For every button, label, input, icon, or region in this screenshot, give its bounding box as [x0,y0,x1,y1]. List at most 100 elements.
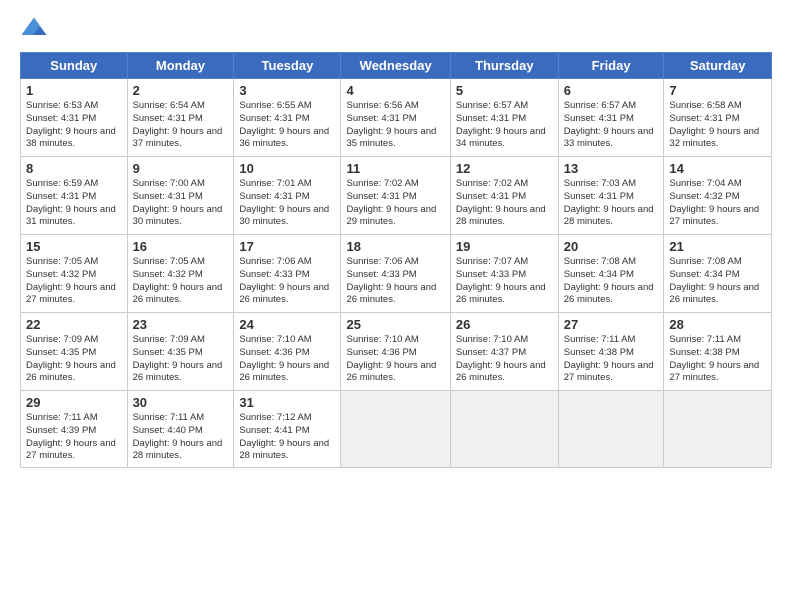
day-info: Sunrise: 6:53 AMSunset: 4:31 PMDaylight:… [26,100,122,151]
day-number: 19 [456,239,553,254]
calendar-cell: 21Sunrise: 7:08 AMSunset: 4:34 PMDayligh… [664,235,772,313]
calendar-cell: 31 Sunrise: 7:12 AMSunset: 4:41 PMDayligh… [234,391,341,468]
weekday-header: Thursday [450,53,558,79]
calendar-cell: 1 Sunrise: 6:53 AMSunset: 4:31 PMDaylight… [21,79,128,157]
calendar-cell: 18 Sunrise: 7:06 AMSunset: 4:33 PMDayligh… [341,235,450,313]
day-info: Sunrise: 7:11 AMSunset: 4:40 PMDaylight:… [133,412,229,463]
day-info: Sunrise: 7:12 AMSunset: 4:41 PMDaylight:… [239,412,335,463]
day-number: 12 [456,161,553,176]
day-number: 14 [669,161,766,176]
calendar-cell: 30 Sunrise: 7:11 AMSunset: 4:40 PMDayligh… [127,391,234,468]
day-number: 11 [346,161,444,176]
day-number: 1 [26,83,122,98]
day-number: 24 [239,317,335,332]
calendar-cell: 29 Sunrise: 7:11 AMSunset: 4:39 PMDayligh… [21,391,128,468]
calendar-cell: 4 Sunrise: 6:56 AMSunset: 4:31 PMDaylight… [341,79,450,157]
logo [20,18,50,42]
day-number: 4 [346,83,444,98]
day-info: Sunrise: 6:57 AMSunset: 4:31 PMDaylight:… [564,100,659,151]
day-info: Sunrise: 7:10 AMSunset: 4:36 PMDaylight:… [346,334,444,385]
day-info: Sunrise: 7:08 AMSunset: 4:34 PMDaylight:… [564,256,659,307]
day-number: 10 [239,161,335,176]
calendar-cell: 16Sunrise: 7:05 AMSunset: 4:32 PMDayligh… [127,235,234,313]
header [20,18,772,42]
day-number: 2 [133,83,229,98]
day-number: 21 [669,239,766,254]
calendar-cell: 7Sunrise: 6:58 AMSunset: 4:31 PMDaylight… [664,79,772,157]
calendar-cell: 5 Sunrise: 6:57 AMSunset: 4:31 PMDaylight… [450,79,558,157]
day-info: Sunrise: 7:11 AMSunset: 4:38 PMDaylight:… [669,334,766,385]
calendar-cell: 24Sunrise: 7:10 AMSunset: 4:36 PMDayligh… [234,313,341,391]
calendar-cell: 9 Sunrise: 7:00 AMSunset: 4:31 PMDaylight… [127,157,234,235]
calendar-cell [664,391,772,468]
weekday-header: Saturday [664,53,772,79]
day-number: 28 [669,317,766,332]
day-number: 3 [239,83,335,98]
calendar-cell: 19 Sunrise: 7:07 AMSunset: 4:33 PMDayligh… [450,235,558,313]
calendar-cell: 10 Sunrise: 7:01 AMSunset: 4:31 PMDayligh… [234,157,341,235]
calendar-cell [558,391,664,468]
day-info: Sunrise: 7:05 AMSunset: 4:32 PMDaylight:… [133,256,229,307]
day-info: Sunrise: 7:09 AMSunset: 4:35 PMDaylight:… [133,334,229,385]
day-number: 29 [26,395,122,410]
day-info: Sunrise: 7:06 AMSunset: 4:33 PMDaylight:… [346,256,444,307]
day-info: Sunrise: 6:58 AMSunset: 4:31 PMDaylight:… [669,100,766,151]
calendar-cell: 3 Sunrise: 6:55 AMSunset: 4:31 PMDaylight… [234,79,341,157]
day-info: Sunrise: 6:56 AMSunset: 4:31 PMDaylight:… [346,100,444,151]
day-info: Sunrise: 7:02 AMSunset: 4:31 PMDaylight:… [346,178,444,229]
day-info: Sunrise: 7:11 AMSunset: 4:38 PMDaylight:… [564,334,659,385]
day-number: 17 [239,239,335,254]
calendar-cell: 25 Sunrise: 7:10 AMSunset: 4:36 PMDayligh… [341,313,450,391]
day-number: 6 [564,83,659,98]
day-number: 15 [26,239,122,254]
day-info: Sunrise: 6:59 AMSunset: 4:31 PMDaylight:… [26,178,122,229]
calendar-cell: 8 Sunrise: 6:59 AMSunset: 4:31 PMDaylight… [21,157,128,235]
day-info: Sunrise: 7:01 AMSunset: 4:31 PMDaylight:… [239,178,335,229]
day-info: Sunrise: 7:06 AMSunset: 4:33 PMDaylight:… [239,256,335,307]
day-number: 9 [133,161,229,176]
day-number: 13 [564,161,659,176]
day-number: 20 [564,239,659,254]
calendar-table: SundayMondayTuesdayWednesdayThursdayFrid… [20,52,772,468]
day-number: 27 [564,317,659,332]
day-info: Sunrise: 7:05 AMSunset: 4:32 PMDaylight:… [26,256,122,307]
day-info: Sunrise: 7:11 AMSunset: 4:39 PMDaylight:… [26,412,122,463]
calendar-cell: 14Sunrise: 7:04 AMSunset: 4:32 PMDayligh… [664,157,772,235]
day-info: Sunrise: 6:57 AMSunset: 4:31 PMDaylight:… [456,100,553,151]
day-info: Sunrise: 6:54 AMSunset: 4:31 PMDaylight:… [133,100,229,151]
weekday-header-row: SundayMondayTuesdayWednesdayThursdayFrid… [21,53,772,79]
day-number: 30 [133,395,229,410]
calendar-cell: 12 Sunrise: 7:02 AMSunset: 4:31 PMDayligh… [450,157,558,235]
calendar-cell: 23 Sunrise: 7:09 AMSunset: 4:35 PMDayligh… [127,313,234,391]
calendar-cell: 26Sunrise: 7:10 AMSunset: 4:37 PMDayligh… [450,313,558,391]
calendar-cell: 27 Sunrise: 7:11 AMSunset: 4:38 PMDayligh… [558,313,664,391]
day-number: 5 [456,83,553,98]
calendar-cell: 20 Sunrise: 7:08 AMSunset: 4:34 PMDayligh… [558,235,664,313]
day-number: 22 [26,317,122,332]
weekday-header: Monday [127,53,234,79]
weekday-header: Sunday [21,53,128,79]
day-number: 18 [346,239,444,254]
calendar-cell: 11 Sunrise: 7:02 AMSunset: 4:31 PMDayligh… [341,157,450,235]
day-number: 23 [133,317,229,332]
calendar-cell [450,391,558,468]
calendar-cell: 17 Sunrise: 7:06 AMSunset: 4:33 PMDayligh… [234,235,341,313]
calendar-cell: 6 Sunrise: 6:57 AMSunset: 4:31 PMDaylight… [558,79,664,157]
weekday-header: Friday [558,53,664,79]
day-info: Sunrise: 7:10 AMSunset: 4:37 PMDaylight:… [456,334,553,385]
calendar-cell: 15 Sunrise: 7:05 AMSunset: 4:32 PMDayligh… [21,235,128,313]
day-number: 31 [239,395,335,410]
day-info: Sunrise: 7:00 AMSunset: 4:31 PMDaylight:… [133,178,229,229]
calendar-cell: 28 Sunrise: 7:11 AMSunset: 4:38 PMDayligh… [664,313,772,391]
day-info: Sunrise: 7:07 AMSunset: 4:33 PMDaylight:… [456,256,553,307]
calendar-cell [341,391,450,468]
day-info: Sunrise: 7:02 AMSunset: 4:31 PMDaylight:… [456,178,553,229]
calendar-cell: 2 Sunrise: 6:54 AMSunset: 4:31 PMDaylight… [127,79,234,157]
logo-icon [20,14,48,42]
day-info: Sunrise: 7:09 AMSunset: 4:35 PMDaylight:… [26,334,122,385]
day-info: Sunrise: 6:55 AMSunset: 4:31 PMDaylight:… [239,100,335,151]
page: SundayMondayTuesdayWednesdayThursdayFrid… [0,0,792,612]
calendar-cell: 22 Sunrise: 7:09 AMSunset: 4:35 PMDayligh… [21,313,128,391]
day-number: 25 [346,317,444,332]
day-number: 8 [26,161,122,176]
